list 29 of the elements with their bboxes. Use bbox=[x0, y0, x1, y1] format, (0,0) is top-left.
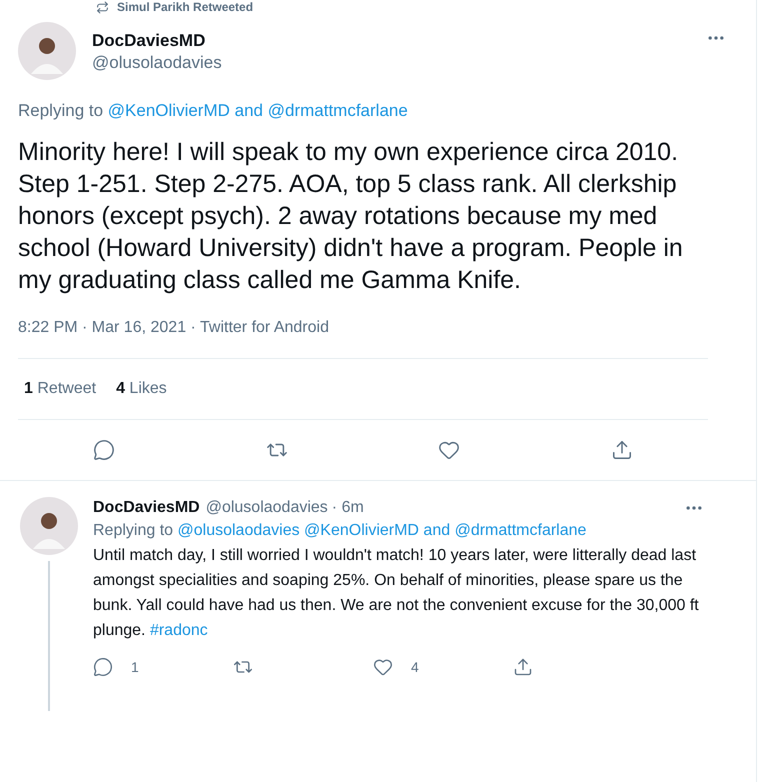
user-handle: @olusolaodavies bbox=[206, 498, 328, 518]
replying-to-line: Replying to @KenOlivierMD and @drmattmcfarlane bbox=[18, 100, 409, 122]
tweet-text: Minority here! I will speak to my own experience circa 2010. Step 1-251. Step 2-275. AOA, top 5 class rank. All clerkship honors (except psych). 2 away rotations because my med school (Howard University) didn't have a program. People in my graduating class called me Gamma Knife. bbox=[18, 136, 684, 296]
retweet-icon bbox=[96, 0, 109, 14]
avatar[interactable] bbox=[18, 22, 76, 80]
user-handle: @olusolaodavies bbox=[92, 52, 222, 74]
mention-link[interactable]: @KenOlivierMD bbox=[304, 522, 419, 538]
avatar[interactable] bbox=[20, 496, 78, 554]
stat-link[interactable]: 1 Retweet bbox=[24, 376, 96, 400]
replying-to-line: Replying to @olusolaodavies @KenOlivierMD and @drmattmcfarlane bbox=[93, 520, 588, 540]
reply-text: Until match day, I still worried I wouldn't match! 10 years later, were litterally dead last amongst specialities and soaping 25%. On behalf of minorities, please spare us the bunk. Yall could have had us then. We are not the convenient excuse for the 30,000 ft plunge. #radonc bbox=[93, 546, 700, 640]
hashtag-link[interactable]: #radonc bbox=[146, 622, 208, 638]
display-name[interactable]: DocDaviesMD bbox=[92, 30, 206, 52]
tweet-meta: 8:22 PM · Mar 16, 2021 · Twitter for Android bbox=[18, 316, 708, 358]
heart-icon[interactable] bbox=[373, 657, 393, 677]
action-count: 1 bbox=[131, 658, 139, 676]
mention-link[interactable]: @drmattmcfarlane bbox=[454, 522, 586, 538]
mention-link[interactable]: @olusolaodavies bbox=[178, 522, 300, 538]
share-icon[interactable] bbox=[513, 657, 533, 677]
timestamp: · 6m bbox=[332, 498, 364, 518]
mention-link[interactable]: @KenOlivierMD bbox=[108, 101, 230, 120]
stat-link[interactable]: 4 Likes bbox=[116, 376, 167, 400]
mention-link[interactable]: @drmattmcfarlane bbox=[268, 101, 408, 120]
action-count: 4 bbox=[411, 658, 419, 676]
speech-bubble-icon[interactable] bbox=[93, 657, 113, 677]
speech-bubble-icon[interactable] bbox=[93, 438, 116, 460]
share-icon[interactable] bbox=[610, 438, 633, 460]
display-name[interactable]: DocDaviesMD bbox=[93, 496, 200, 518]
retweet-label: Simul Parikh Retweeted bbox=[117, 1, 254, 13]
